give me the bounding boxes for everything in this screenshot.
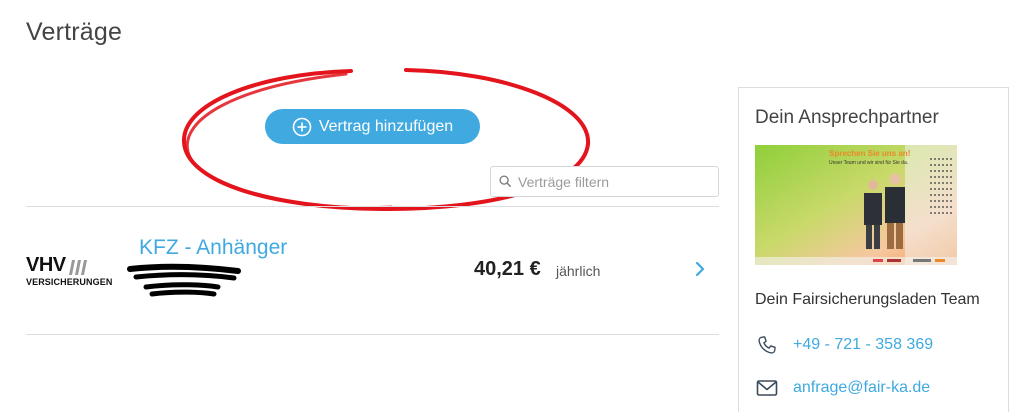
banner-subline: Unser Team und wir sind für Sie da. [829,160,909,166]
list-divider [26,334,719,335]
contract-row[interactable]: VHV VERSICHERUNGEN KFZ - Anhänger 40,21 … [26,207,719,334]
contract-filter-input[interactable] [518,173,708,190]
insurer-logo: VHV VERSICHERUNGEN [26,255,118,293]
add-contract-label: Vertrag hinzufügen [318,117,454,135]
contact-banner-image: Sprechen Sie uns an! Unser Team und wir … [755,145,957,265]
contact-phone[interactable]: +49 - 721 - 358 369 [755,334,933,356]
contract-period: jährlich [556,263,601,279]
contact-email-address[interactable]: anfrage@fair-ka.de [793,379,930,397]
insurer-logo-bars [68,260,87,275]
contact-email[interactable]: anfrage@fair-ka.de [755,377,930,399]
add-contract-button[interactable]: Vertrag hinzufügen [265,109,480,144]
search-icon [499,175,512,188]
team-name: Dein Fairsicherungsladen Team [755,291,980,308]
phone-icon [758,336,776,354]
contact-heading: Dein Ansprechpartner [755,107,939,128]
chevron-right-icon[interactable] [694,260,706,278]
contact-phone-number[interactable]: +49 - 721 - 358 369 [793,336,933,354]
mail-icon [756,380,778,396]
contract-price: 40,21 € [474,258,541,280]
contract-filter[interactable] [490,166,719,197]
insurer-logo-sub: VERSICHERUNGEN [26,277,113,287]
contact-card: Dein Ansprechpartner Sprechen Sie uns an… [738,87,1009,412]
contract-title[interactable]: KFZ - Anhänger [139,236,287,260]
redaction-mark [127,263,241,297]
banner-headline: Sprechen Sie uns an! [829,149,911,158]
insurer-logo-main: VHV [26,254,66,276]
plus-circle-icon [292,117,312,136]
page-title: Verträge [26,18,123,46]
